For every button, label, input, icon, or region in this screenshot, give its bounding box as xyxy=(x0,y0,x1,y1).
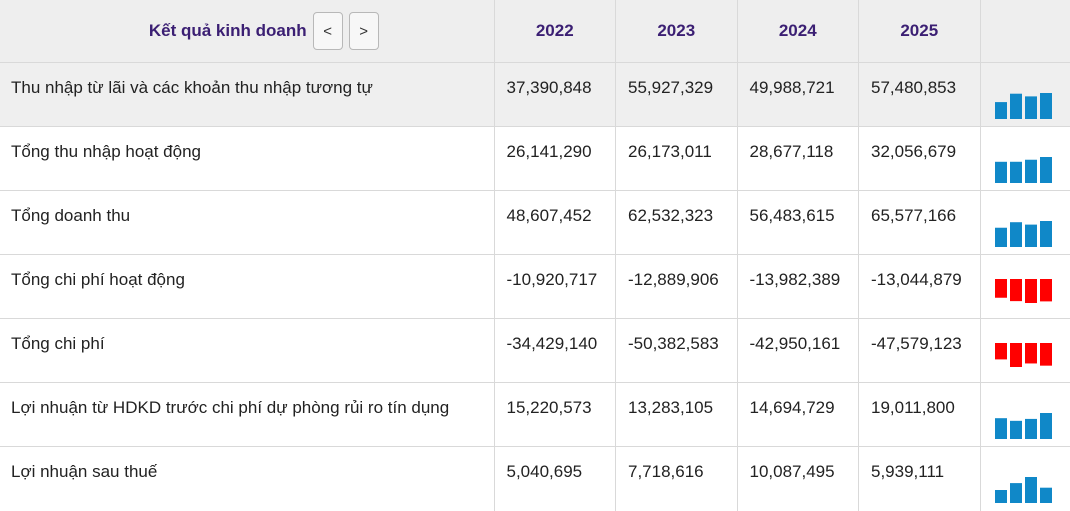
row-value-2023: 7,718,616 xyxy=(615,446,738,511)
sparkline-bar xyxy=(1039,413,1052,439)
table-row: Tổng thu nhập hoạt động 26,141,290 26,17… xyxy=(0,126,1070,191)
sparkline-bar xyxy=(994,102,1007,119)
sparkline-bar xyxy=(994,343,1007,360)
row-value-2022: 15,220,573 xyxy=(494,382,616,447)
row-value-2025: -47,579,123 xyxy=(858,318,981,383)
row-value-2025: 32,056,679 xyxy=(858,126,981,191)
row-label: Tổng thu nhập hoạt động xyxy=(0,126,495,191)
sparkline-svg xyxy=(994,477,1052,503)
row-value-2024: 10,087,495 xyxy=(737,446,859,511)
table-row: Thu nhập từ lãi và các khoản thu nhập tư… xyxy=(0,62,1070,127)
row-value-2023: 13,283,105 xyxy=(615,382,738,447)
trend-header xyxy=(980,0,1070,63)
row-label: Tổng doanh thu xyxy=(0,190,495,255)
row-value-2022: 5,040,695 xyxy=(494,446,616,511)
row-value-2023: 55,927,329 xyxy=(615,62,738,127)
row-value-2023: -50,382,583 xyxy=(615,318,738,383)
trend-sparkline xyxy=(980,446,1070,511)
sparkline-bar xyxy=(994,161,1007,183)
row-value-2025: 57,480,853 xyxy=(858,62,981,127)
row-value-2022: -34,429,140 xyxy=(494,318,616,383)
sparkline-bar xyxy=(1039,279,1052,302)
row-label: Lợi nhuận sau thuế xyxy=(0,446,495,511)
table-row: Tổng doanh thu 48,607,452 62,532,323 56,… xyxy=(0,190,1070,255)
sparkline-bar xyxy=(1024,224,1037,247)
row-value-2023: 26,173,011 xyxy=(615,126,738,191)
row-value-2022: 48,607,452 xyxy=(494,190,616,255)
row-value-2022: 26,141,290 xyxy=(494,126,616,191)
sparkline-svg xyxy=(994,413,1052,439)
year-header-2022: 2022 xyxy=(494,0,616,63)
row-label: Tổng chi phí xyxy=(0,318,495,383)
sparkline-bar xyxy=(994,418,1007,439)
row-value-2024: -13,982,389 xyxy=(737,254,859,319)
row-value-2025: 19,011,800 xyxy=(858,382,981,447)
row-value-2024: 14,694,729 xyxy=(737,382,859,447)
sparkline-bar xyxy=(994,279,1007,298)
row-value-2025: 65,577,166 xyxy=(858,190,981,255)
year-header-2025: 2025 xyxy=(858,0,981,63)
table-title: Kết quả kinh doanh xyxy=(148,21,307,40)
row-value-2022: 37,390,848 xyxy=(494,62,616,127)
table-row: Lợi nhuận từ HDKD trước chi phí dự phòng… xyxy=(0,382,1070,447)
sparkline-bar xyxy=(1009,279,1022,302)
row-value-2024: -42,950,161 xyxy=(737,318,859,383)
trend-sparkline xyxy=(980,190,1070,255)
sparkline-bar xyxy=(1024,279,1037,303)
sparkline-svg xyxy=(994,343,1052,367)
sparkline-bar xyxy=(1009,483,1022,503)
row-value-2023: -12,889,906 xyxy=(615,254,738,319)
year-header-2024: 2024 xyxy=(737,0,859,63)
sparkline-bar xyxy=(1009,420,1022,439)
trend-sparkline xyxy=(980,62,1070,127)
business-results-table: Kết quả kinh doanh < > 2022 2023 2024 20… xyxy=(0,0,1070,511)
sparkline-bar xyxy=(1009,93,1022,119)
sparkline-bar xyxy=(1039,157,1052,183)
sparkline-bar xyxy=(1039,487,1052,503)
row-value-2024: 56,483,615 xyxy=(737,190,859,255)
row-value-2024: 49,988,721 xyxy=(737,62,859,127)
row-label: Tổng chi phí hoạt động xyxy=(0,254,495,319)
next-period-button[interactable]: > xyxy=(348,12,379,50)
trend-sparkline xyxy=(980,126,1070,191)
sparkline-bar xyxy=(994,490,1007,503)
year-header-2023: 2023 xyxy=(615,0,738,63)
sparkline-bar xyxy=(1024,418,1037,439)
sparkline-bar xyxy=(1009,343,1022,367)
header-title-cell: Kết quả kinh doanh < > xyxy=(0,0,495,63)
trend-sparkline xyxy=(980,254,1070,319)
sparkline-svg xyxy=(994,93,1052,119)
trend-sparkline xyxy=(980,382,1070,447)
trend-sparkline xyxy=(980,318,1070,383)
sparkline-bar xyxy=(994,227,1007,247)
sparkline-svg xyxy=(994,279,1052,303)
row-value-2025: 5,939,111 xyxy=(858,446,981,511)
row-value-2025: -13,044,879 xyxy=(858,254,981,319)
table-row: Tổng chi phí hoạt động -10,920,717 -12,8… xyxy=(0,254,1070,319)
row-label: Thu nhập từ lãi và các khoản thu nhập tư… xyxy=(0,62,495,127)
sparkline-bar xyxy=(1024,159,1037,183)
sparkline-bar xyxy=(1024,477,1037,503)
sparkline-svg xyxy=(994,157,1052,183)
row-value-2023: 62,532,323 xyxy=(615,190,738,255)
row-value-2024: 28,677,118 xyxy=(737,126,859,191)
sparkline-bar xyxy=(1009,161,1022,183)
sparkline-svg xyxy=(994,221,1052,247)
prev-period-button[interactable]: < xyxy=(312,12,343,50)
sparkline-bar xyxy=(1009,222,1022,247)
table-header-row: Kết quả kinh doanh < > 2022 2023 2024 20… xyxy=(0,0,1070,63)
sparkline-bar xyxy=(1024,343,1037,364)
sparkline-bar xyxy=(1039,343,1052,366)
table-row: Lợi nhuận sau thuế 5,040,695 7,718,616 1… xyxy=(0,446,1070,511)
table-row: Tổng chi phí -34,429,140 -50,382,583 -42… xyxy=(0,318,1070,383)
sparkline-bar xyxy=(1039,221,1052,247)
sparkline-bar xyxy=(1024,96,1037,119)
row-label: Lợi nhuận từ HDKD trước chi phí dự phòng… xyxy=(0,382,495,447)
row-value-2022: -10,920,717 xyxy=(494,254,616,319)
sparkline-bar xyxy=(1039,93,1052,119)
